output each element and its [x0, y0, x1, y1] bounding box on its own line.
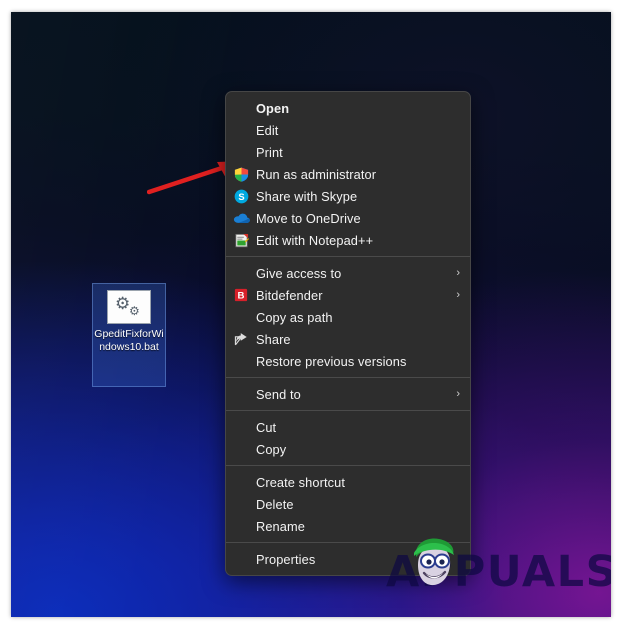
menu-separator — [226, 410, 470, 411]
menu-item-label: Send to — [256, 386, 301, 402]
skype-icon: S — [226, 185, 256, 207]
gear-large-icon: ⚙ — [115, 294, 131, 313]
menu-item-share[interactable]: Share — [226, 328, 470, 350]
menu-item-label: Give access to — [256, 265, 342, 281]
bitdefender-icon: B — [226, 284, 256, 306]
screenshot-root: ⚙ ⚙ GpeditFixforWindows10.bat Open Edit … — [0, 0, 624, 631]
menu-item-open[interactable]: Open — [226, 97, 470, 119]
menu-item-icon-blank — [226, 493, 256, 515]
menu-item-label: Print — [256, 144, 283, 160]
submenu-chevron-icon: › — [456, 388, 460, 400]
menu-item-icon-blank — [226, 141, 256, 163]
menu-item-give-access-to[interactable]: Give access to › — [226, 262, 470, 284]
menu-separator — [226, 542, 470, 543]
menu-separator — [226, 256, 470, 257]
menu-item-create-shortcut[interactable]: Create shortcut — [226, 471, 470, 493]
file-context-menu[interactable]: Open Edit Print Run as administrator S S… — [225, 91, 471, 576]
menu-item-label: Run as administrator — [256, 166, 377, 182]
menu-item-rename[interactable]: Rename — [226, 515, 470, 537]
menu-item-edit[interactable]: Edit — [226, 119, 470, 141]
menu-group-file-ops: Create shortcut Delete Rename — [226, 471, 470, 537]
menu-item-icon-blank — [226, 471, 256, 493]
menu-item-label: Bitdefender — [256, 287, 323, 303]
batch-file-gears-icon: ⚙ ⚙ — [107, 290, 151, 324]
onedrive-cloud-icon — [226, 207, 256, 229]
menu-item-icon-blank — [226, 548, 256, 570]
menu-item-restore-previous-versions[interactable]: Restore previous versions — [226, 350, 470, 372]
menu-item-icon-blank — [226, 438, 256, 460]
menu-group-sharing: Give access to › B Bitdefender › Copy as… — [226, 262, 470, 372]
menu-item-label: Move to OneDrive — [256, 210, 361, 226]
share-icon — [226, 328, 256, 350]
menu-item-icon-blank — [226, 119, 256, 141]
menu-item-icon-blank — [226, 262, 256, 284]
menu-item-print[interactable]: Print — [226, 141, 470, 163]
svg-text:S: S — [238, 191, 244, 201]
menu-item-properties[interactable]: Properties — [226, 548, 470, 570]
windows-desktop[interactable]: ⚙ ⚙ GpeditFixforWindows10.bat Open Edit … — [11, 12, 611, 617]
menu-group-open: Open Edit Print Run as administrator S S… — [226, 97, 470, 251]
menu-item-label: Delete — [256, 496, 294, 512]
gear-small-icon: ⚙ — [129, 304, 140, 318]
menu-item-run-as-administrator[interactable]: Run as administrator — [226, 163, 470, 185]
menu-item-label: Properties — [256, 551, 316, 567]
menu-separator — [226, 377, 470, 378]
menu-item-label: Share — [256, 331, 291, 347]
menu-item-label: Open — [256, 100, 290, 116]
menu-item-move-to-onedrive[interactable]: Move to OneDrive — [226, 207, 470, 229]
menu-item-edit-with-notepadpp[interactable]: Edit with Notepad++ — [226, 229, 470, 251]
menu-item-label: Copy as path — [256, 309, 333, 325]
menu-item-label: Cut — [256, 419, 277, 435]
menu-item-delete[interactable]: Delete — [226, 493, 470, 515]
menu-item-label: Edit — [256, 122, 279, 138]
submenu-chevron-icon: › — [456, 289, 460, 301]
menu-group-send-to: Send to › — [226, 383, 470, 405]
submenu-chevron-icon: › — [456, 267, 460, 279]
menu-item-label: Rename — [256, 518, 305, 534]
menu-item-icon-blank — [226, 350, 256, 372]
menu-item-icon-blank — [226, 416, 256, 438]
desktop-file-icon[interactable]: ⚙ ⚙ GpeditFixforWindows10.bat — [92, 283, 166, 387]
menu-item-share-with-skype[interactable]: S Share with Skype — [226, 185, 470, 207]
menu-item-copy-as-path[interactable]: Copy as path — [226, 306, 470, 328]
menu-item-icon-blank — [226, 306, 256, 328]
menu-item-label: Create shortcut — [256, 474, 345, 490]
menu-item-bitdefender[interactable]: B Bitdefender › — [226, 284, 470, 306]
menu-item-icon-blank — [226, 383, 256, 405]
menu-item-send-to[interactable]: Send to › — [226, 383, 470, 405]
menu-item-label: Restore previous versions — [256, 353, 407, 369]
svg-text:B: B — [238, 291, 245, 302]
menu-item-icon-blank — [226, 515, 256, 537]
uac-shield-icon — [226, 163, 256, 185]
menu-item-copy[interactable]: Copy — [226, 438, 470, 460]
menu-group-properties: Properties — [226, 548, 470, 570]
menu-group-clipboard: Cut Copy — [226, 416, 470, 460]
desktop-file-icon-label: GpeditFixforWindows10.bat — [94, 328, 164, 353]
menu-item-cut[interactable]: Cut — [226, 416, 470, 438]
menu-item-label: Share with Skype — [256, 188, 358, 204]
menu-item-label: Edit with Notepad++ — [256, 232, 374, 248]
menu-item-icon-blank — [226, 97, 256, 119]
menu-separator — [226, 465, 470, 466]
notepadpp-icon — [226, 229, 256, 251]
menu-item-label: Copy — [256, 441, 287, 457]
